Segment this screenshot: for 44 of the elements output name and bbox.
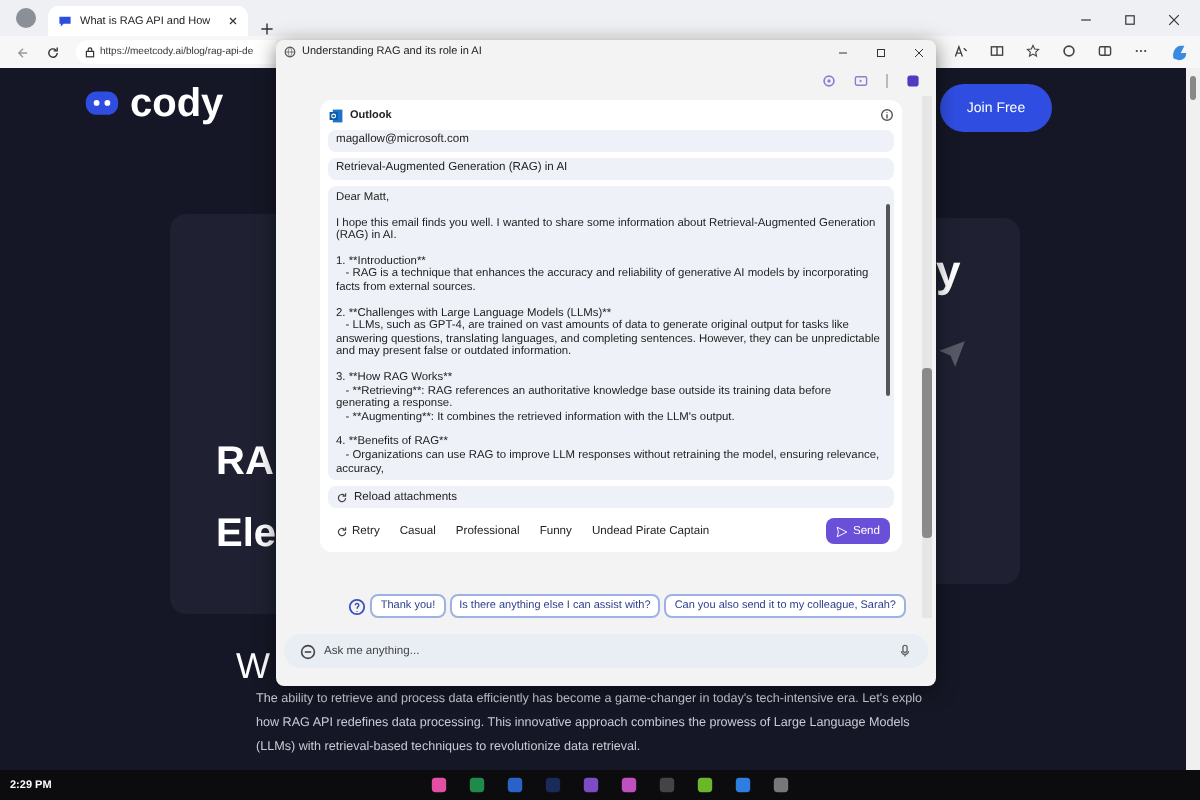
minimize-icon[interactable] bbox=[1080, 14, 1092, 26]
close-icon[interactable] bbox=[914, 47, 924, 57]
window-scrollbar[interactable] bbox=[922, 96, 932, 618]
hero-title: RA bbox=[216, 438, 276, 488]
paper-plane-icon bbox=[936, 338, 968, 370]
minimize-icon[interactable] bbox=[838, 47, 848, 57]
logo-text: cody bbox=[130, 84, 224, 124]
read-aloud-icon[interactable] bbox=[954, 43, 968, 57]
speech-bubble-icon bbox=[58, 14, 72, 28]
lock-icon bbox=[84, 46, 96, 58]
globe-icon bbox=[284, 46, 296, 58]
maximize-icon[interactable] bbox=[876, 47, 886, 57]
close-icon[interactable] bbox=[1168, 14, 1180, 26]
app-tile-icon[interactable] bbox=[430, 776, 448, 794]
hero-title: Ele bbox=[216, 510, 276, 560]
app-tile-icon[interactable] bbox=[772, 776, 790, 794]
new-tab-icon[interactable] bbox=[260, 22, 274, 36]
refresh-icon[interactable] bbox=[46, 45, 60, 59]
app-tile-icon[interactable] bbox=[696, 776, 714, 794]
app-tile-icon[interactable] bbox=[734, 776, 752, 794]
refresh-icon bbox=[336, 525, 348, 538]
send-icon bbox=[836, 525, 849, 538]
page-scrollbar[interactable] bbox=[1186, 68, 1200, 770]
app-tile-icon[interactable] bbox=[658, 776, 676, 794]
maximize-icon[interactable] bbox=[1124, 14, 1136, 26]
profile-avatar[interactable] bbox=[16, 8, 36, 28]
app-tile-icon[interactable] bbox=[620, 776, 638, 794]
app-tile-icon[interactable] bbox=[468, 776, 486, 794]
info-icon[interactable] bbox=[880, 108, 894, 122]
split-screen-icon[interactable] bbox=[990, 43, 1004, 57]
hero-title: y bbox=[936, 246, 963, 298]
back-arrow-icon[interactable] bbox=[16, 45, 30, 59]
question-bubble-icon[interactable] bbox=[348, 597, 367, 615]
refresh-icon bbox=[336, 491, 348, 504]
star-icon[interactable] bbox=[1026, 43, 1040, 57]
app-tile-icon[interactable] bbox=[582, 776, 600, 794]
section-heading: W bbox=[236, 646, 272, 686]
app-tile-icon[interactable] bbox=[544, 776, 562, 794]
email-body-field[interactable] bbox=[328, 186, 894, 481]
microphone-icon[interactable] bbox=[898, 644, 912, 658]
screen-icon[interactable] bbox=[854, 73, 868, 87]
app-tile-icon[interactable] bbox=[506, 776, 524, 794]
outlook-icon bbox=[328, 107, 344, 123]
close-icon[interactable] bbox=[228, 16, 238, 26]
